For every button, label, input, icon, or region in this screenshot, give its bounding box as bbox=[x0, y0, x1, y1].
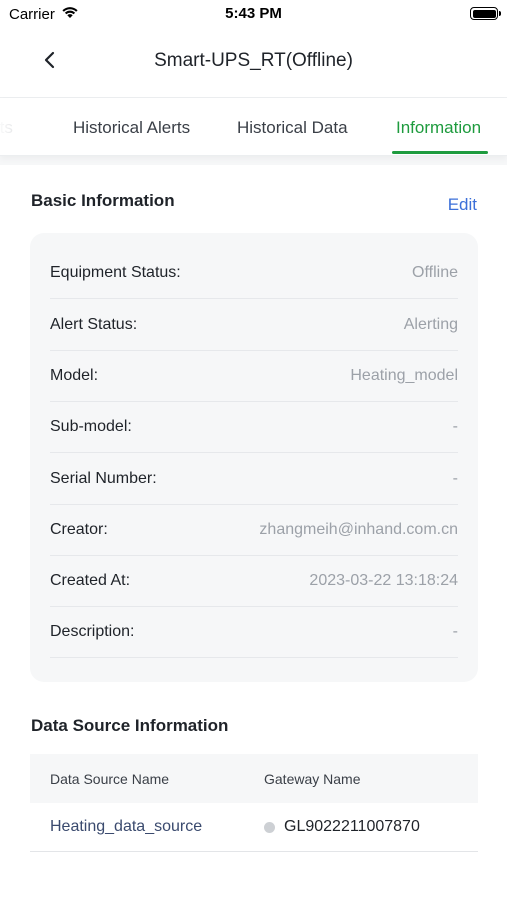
info-label: Equipment Status: bbox=[50, 263, 181, 281]
info-label: Serial Number: bbox=[50, 469, 157, 487]
info-label: Model: bbox=[50, 366, 99, 384]
header: Carrier 5:43 PM Smart-UPS_RT(Offline) rt… bbox=[0, 0, 507, 156]
info-row-creator: Creator: zhangmeih@inhand.com.cn bbox=[50, 504, 458, 556]
column-header-gateway-name: Gateway Name bbox=[264, 771, 361, 787]
info-row-created-at: Created At: 2023-03-22 13:18:24 bbox=[50, 555, 458, 607]
info-label: Sub-model: bbox=[50, 417, 132, 435]
info-row-model: Model: Heating_model bbox=[50, 350, 458, 402]
tab-information[interactable]: Information bbox=[396, 118, 481, 138]
gateway-cell: GL9022211007870 bbox=[264, 818, 420, 836]
info-row-sub-model: Sub-model: - bbox=[50, 401, 458, 453]
tab-bar: rts Historical Alerts Historical Data In… bbox=[0, 98, 507, 156]
data-source-title: Data Source Information bbox=[31, 716, 229, 735]
status-time: 5:43 PM bbox=[225, 5, 282, 22]
column-header-data-source-name: Data Source Name bbox=[50, 771, 170, 787]
info-value: - bbox=[452, 469, 458, 487]
info-label: Created At: bbox=[50, 571, 131, 589]
battery-icon bbox=[470, 7, 501, 20]
tab-fade bbox=[0, 98, 40, 155]
data-source-table-header: Data Source Name Gateway Name bbox=[30, 754, 478, 803]
info-value: Heating_model bbox=[350, 366, 458, 384]
info-value: zhangmeih@inhand.com.cn bbox=[259, 520, 458, 538]
active-tab-indicator bbox=[392, 151, 488, 154]
info-row-serial-number: Serial Number: - bbox=[50, 453, 458, 505]
edit-button[interactable]: Edit bbox=[448, 195, 477, 215]
tab-historical-alerts[interactable]: Historical Alerts bbox=[73, 118, 190, 138]
info-row-equipment-status: Equipment Status: Offline bbox=[50, 247, 458, 299]
info-row-description: Description: - bbox=[50, 606, 458, 658]
main-content: Basic Information Edit Equipment Status:… bbox=[0, 165, 507, 900]
data-source-name[interactable]: Heating_data_source bbox=[50, 818, 202, 836]
tab-historical-data[interactable]: Historical Data bbox=[237, 118, 348, 138]
info-value: Alerting bbox=[403, 315, 458, 333]
info-value: Offline bbox=[412, 263, 458, 281]
page-title: Smart-UPS_RT(Offline) bbox=[154, 50, 353, 71]
info-value: 2023-03-22 13:18:24 bbox=[309, 571, 458, 589]
info-row-alert-status: Alert Status: Alerting bbox=[50, 299, 458, 351]
info-label: Creator: bbox=[50, 520, 108, 538]
info-value: - bbox=[452, 622, 458, 640]
status-bar: Carrier 5:43 PM bbox=[0, 0, 507, 30]
nav-bar: Smart-UPS_RT(Offline) bbox=[0, 30, 507, 98]
table-row[interactable]: Heating_data_source GL9022211007870 bbox=[30, 803, 478, 852]
info-label: Description: bbox=[50, 622, 135, 640]
info-label: Alert Status: bbox=[50, 315, 138, 333]
basic-info-card: Equipment Status: Offline Alert Status: … bbox=[30, 233, 478, 682]
gateway-name: GL9022211007870 bbox=[284, 818, 420, 835]
basic-info-title: Basic Information bbox=[31, 191, 175, 210]
info-value: - bbox=[452, 417, 458, 435]
status-dot-icon bbox=[264, 821, 275, 833]
